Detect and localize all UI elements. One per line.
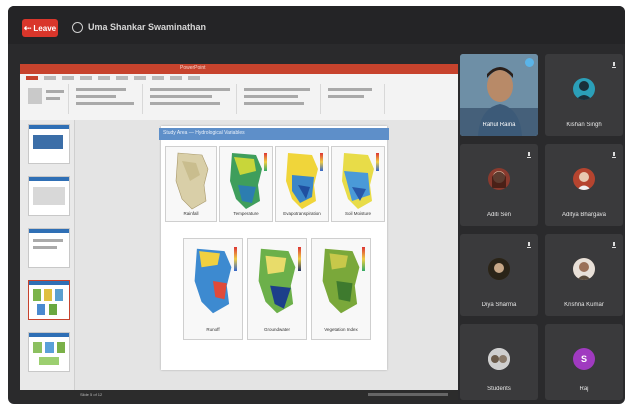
participant-tile[interactable]: S Raj (545, 324, 623, 400)
participant-name: Rahul Raina (482, 122, 516, 128)
meeting-title: Uma Shankar Swaminathan (88, 22, 207, 32)
slide-canvas[interactable]: Study Area — Hydrological Variables Rain… (75, 120, 458, 390)
avatar (573, 168, 595, 190)
map-caption: Vegetation Index (324, 327, 358, 332)
ribbon-group (240, 84, 321, 114)
participant-name: Students (487, 386, 511, 392)
avatar (488, 168, 510, 190)
slide-title: Study Area — Hydrological Variables (163, 130, 245, 136)
map-figure: Runoff (183, 238, 243, 340)
map-figure: Temperature (219, 146, 273, 222)
map-image (175, 152, 209, 210)
avatar-initial: S (573, 348, 595, 370)
app-ribbon (20, 74, 458, 121)
leave-label: Leave (33, 23, 57, 33)
top-bar: ⇠ Leave Uma Shankar Swaminathan (8, 6, 625, 44)
map-image (342, 153, 374, 209)
microsoft-badge-icon (525, 58, 534, 67)
participant-tile[interactable]: Aditya Bhargava (545, 144, 623, 226)
participant-tile[interactable]: Diya Sharma (460, 234, 538, 316)
leave-icon: ⇠ (23, 22, 32, 33)
slide: Study Area — Hydrological Variables Rain… (159, 126, 389, 370)
zoom-slider[interactable] (368, 393, 448, 396)
mic-muted-icon (612, 152, 616, 158)
avatar (573, 258, 595, 280)
map-caption: Evapotranspiration (283, 211, 321, 216)
participant-tile-video[interactable]: Rahul Raina (460, 54, 538, 136)
slide-thumbnail[interactable] (28, 176, 70, 216)
map-image (194, 248, 232, 314)
map-caption: Runoff (206, 327, 220, 332)
mic-muted-icon (527, 242, 531, 248)
map-figure: Vegetation Index (311, 238, 371, 340)
ribbon-group (146, 84, 237, 114)
participant-name: Kishan Singh (566, 122, 602, 128)
avatar (573, 78, 595, 100)
ribbon-tab (98, 76, 110, 80)
participant-name: Raj (579, 386, 589, 392)
ribbon-group (24, 84, 69, 114)
ribbon-tab (152, 76, 164, 80)
ribbon-tab (134, 76, 146, 80)
ribbon-group (72, 84, 143, 114)
ribbon-tabs (26, 76, 200, 80)
map-figure: Rainfall (165, 146, 217, 222)
avatar (488, 348, 510, 370)
leave-button[interactable]: ⇠ Leave (22, 19, 58, 37)
slide-thumbnails[interactable] (20, 120, 75, 396)
participant-tile[interactable]: Students (460, 324, 538, 400)
slide-thumbnail-active[interactable] (28, 280, 70, 320)
participant-tile[interactable]: Aditi Sen (460, 144, 538, 226)
slide-thumbnail[interactable] (28, 332, 70, 372)
slide-thumbnail[interactable] (28, 228, 70, 268)
ribbon-tab (80, 76, 92, 80)
map-caption: Rainfall (183, 211, 199, 216)
map-image (286, 153, 318, 209)
map-image (230, 153, 262, 209)
ribbon-tab (44, 76, 56, 80)
map-caption: Temperature (233, 211, 259, 216)
presenter-icon (72, 22, 83, 33)
slide-thumbnail[interactable] (28, 124, 70, 164)
participant-name: Diya Sharma (481, 302, 517, 308)
ribbon-tab (116, 76, 128, 80)
app-status-bar: Slide 5 of 12 (20, 390, 458, 400)
ribbon-group (324, 84, 385, 114)
map-caption: Groundwater (263, 327, 290, 332)
slide-header: Study Area — Hydrological Variables (159, 128, 389, 140)
participant-tile[interactable]: Krishna Kumar (545, 234, 623, 316)
map-figure: Soil Moisture (331, 146, 385, 222)
app-title: PowerPoint (180, 65, 206, 71)
meeting-window: ⇠ Leave Uma Shankar Swaminathan PowerPoi… (8, 6, 625, 404)
map-figure: Groundwater (247, 238, 307, 340)
participant-name: Aditya Bhargava (561, 212, 607, 218)
mic-muted-icon (527, 152, 531, 158)
slide-counter: Slide 5 of 12 (80, 392, 103, 397)
map-image (258, 248, 296, 314)
mic-muted-icon (612, 62, 616, 68)
ribbon-tab (26, 76, 38, 80)
ribbon-tab (188, 76, 200, 80)
app-titlebar: PowerPoint (20, 64, 458, 74)
ribbon-tab (62, 76, 74, 80)
ribbon-tab (170, 76, 182, 80)
participant-name: Krishna Kumar (564, 302, 604, 308)
participant-name: Aditi Sen (486, 212, 511, 218)
map-caption: Soil Moisture (344, 211, 371, 216)
shared-screen[interactable]: PowerPoint Study Area — Hydrological Var… (20, 64, 458, 400)
avatar (488, 258, 510, 280)
mic-muted-icon (612, 242, 616, 248)
map-figure: Evapotranspiration (275, 146, 329, 222)
map-image (322, 248, 360, 314)
participant-tile[interactable]: Kishan Singh (545, 54, 623, 136)
